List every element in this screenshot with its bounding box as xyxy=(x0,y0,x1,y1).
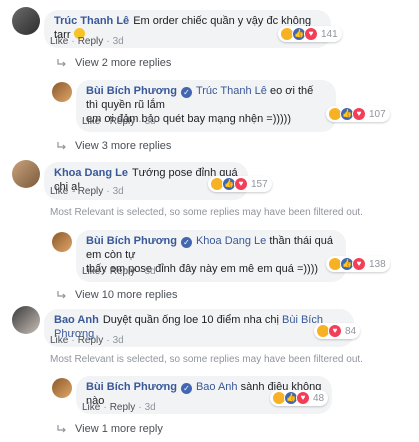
reply-link[interactable]: Reply xyxy=(78,335,104,346)
comment-author[interactable]: Khoa Dang Le xyxy=(54,167,128,179)
timestamp[interactable]: 3d xyxy=(145,402,156,413)
reply-arrow-icon xyxy=(57,291,66,299)
reaction-count: 48 xyxy=(313,392,325,404)
timestamp[interactable]: 3d xyxy=(113,335,124,346)
verified-badge-icon: ✓ xyxy=(180,87,192,98)
reaction-count: 157 xyxy=(251,178,268,190)
comment-actions: Like · Reply · 3d xyxy=(82,116,156,127)
like-link[interactable]: Like xyxy=(50,186,68,197)
view-more-label: View 1 more reply xyxy=(75,423,163,435)
love-reaction-icon: ♥ xyxy=(296,391,310,405)
like-link[interactable]: Like xyxy=(50,36,68,47)
view-more-replies-link[interactable]: View 3 more replies xyxy=(57,140,171,152)
love-reaction-icon: ♥ xyxy=(304,27,318,41)
reaction-summary[interactable]: 👍 ♥ 141 xyxy=(278,26,342,42)
reaction-count: 84 xyxy=(345,325,357,337)
comment-author[interactable]: Bùi Bích Phương xyxy=(86,381,177,393)
reaction-count: 138 xyxy=(369,258,386,270)
mention-tag[interactable]: Bao Anh xyxy=(196,381,238,393)
mention-tag[interactable]: Khoa Dang Le xyxy=(196,235,266,247)
reaction-count: 107 xyxy=(369,108,386,120)
reply-link[interactable]: Reply xyxy=(110,402,136,413)
love-reaction-icon: ♥ xyxy=(352,257,366,271)
reaction-summary[interactable]: 👍 ♥ 138 xyxy=(326,256,390,272)
filter-notice: Most Relevant is selected, so some repli… xyxy=(50,207,363,218)
love-reaction-icon: ♥ xyxy=(352,107,366,121)
comment-author[interactable]: Bùi Bích Phương xyxy=(86,85,177,97)
like-link[interactable]: Like xyxy=(82,116,100,127)
reply-link[interactable]: Reply xyxy=(78,36,104,47)
avatar[interactable] xyxy=(52,378,72,398)
view-more-replies-link[interactable]: View 2 more replies xyxy=(57,57,171,69)
comment-actions: Like · Reply · 3d xyxy=(82,266,156,277)
view-more-replies-link[interactable]: View 10 more replies xyxy=(57,289,178,301)
reply-arrow-icon xyxy=(57,59,66,67)
avatar[interactable] xyxy=(12,7,40,35)
comment-actions: Like · Reply · 3d xyxy=(50,335,124,346)
view-more-replies-link[interactable]: View 1 more reply xyxy=(57,423,163,435)
comment-author[interactable]: Bùi Bích Phương xyxy=(86,235,177,247)
reply-link[interactable]: Reply xyxy=(78,186,104,197)
reaction-count: 141 xyxy=(321,28,338,40)
like-link[interactable]: Like xyxy=(82,266,100,277)
avatar[interactable] xyxy=(12,306,40,334)
love-reaction-icon: ♥ xyxy=(234,177,248,191)
view-more-label: View 3 more replies xyxy=(75,140,172,152)
comment-text: Duyệt quần ống loe 10 điểm nha chị xyxy=(102,314,279,326)
comment-author[interactable]: Trúc Thanh Lê xyxy=(54,15,129,27)
reply-link[interactable]: Reply xyxy=(110,116,136,127)
avatar[interactable] xyxy=(52,232,72,252)
comment-author[interactable]: Bao Anh xyxy=(54,314,99,326)
verified-badge-icon: ✓ xyxy=(180,237,192,248)
love-reaction-icon: ♥ xyxy=(328,324,342,338)
timestamp[interactable]: 3d xyxy=(113,186,124,197)
reaction-summary[interactable]: 👍 ♥ 157 xyxy=(208,176,272,192)
reaction-summary[interactable]: ♥ 84 xyxy=(314,323,361,339)
timestamp[interactable]: 3d xyxy=(145,266,156,277)
verified-badge-icon: ✓ xyxy=(180,383,192,394)
comment-actions: Like · Reply · 3d xyxy=(50,36,124,47)
comment-actions: Like · Reply · 3d xyxy=(50,186,124,197)
mention-tag[interactable]: Trúc Thanh Lê xyxy=(196,85,267,97)
timestamp[interactable]: 3d xyxy=(113,36,124,47)
reply-arrow-icon xyxy=(57,142,66,150)
reaction-summary[interactable]: 👍 ♥ 48 xyxy=(270,390,329,406)
view-more-label: View 10 more replies xyxy=(75,289,178,301)
reply-link[interactable]: Reply xyxy=(110,266,136,277)
timestamp[interactable]: 3d xyxy=(145,116,156,127)
like-link[interactable]: Like xyxy=(50,335,68,346)
filter-notice: Most Relevant is selected, so some repli… xyxy=(50,354,363,365)
comment-actions: Like · Reply · 3d xyxy=(82,402,156,413)
reply-arrow-icon xyxy=(57,425,66,433)
avatar[interactable] xyxy=(52,82,72,102)
reaction-summary[interactable]: 👍 ♥ 107 xyxy=(326,106,390,122)
view-more-label: View 2 more replies xyxy=(75,57,172,69)
avatar[interactable] xyxy=(12,160,40,188)
like-link[interactable]: Like xyxy=(82,402,100,413)
